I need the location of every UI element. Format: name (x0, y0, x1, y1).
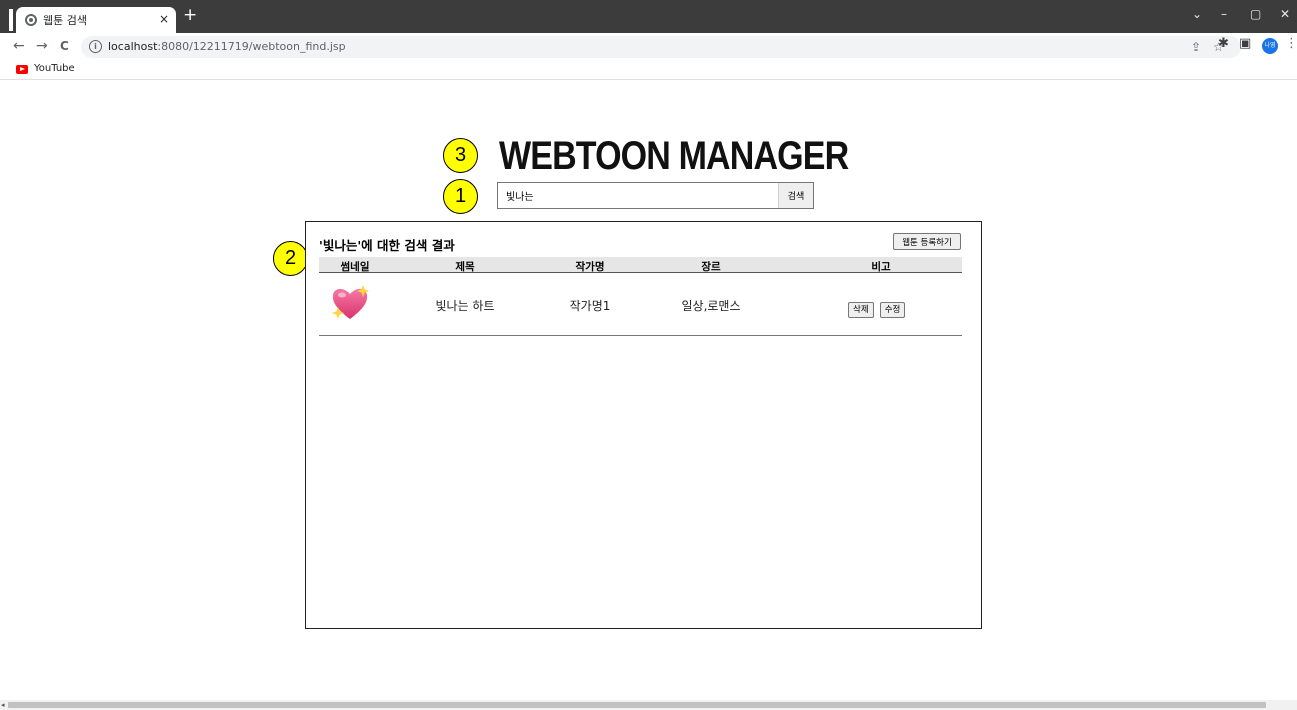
column-header-genre: 장르 (701, 261, 721, 273)
search-button[interactable]: 검색 (778, 183, 813, 208)
horizontal-scrollbar[interactable]: ◂ (0, 700, 1297, 710)
page-favicon-icon (25, 14, 37, 26)
genre-cell: 일상,로맨스 (681, 299, 741, 313)
tab-close-icon[interactable]: × (159, 12, 169, 26)
column-header-thumbnail: 썸네일 (340, 261, 370, 273)
annotation-marker-2: 2 (273, 241, 308, 276)
url-path: :8080/12211719/webtoon_find.jsp (157, 40, 346, 53)
annotation-marker-3: 3 (443, 138, 478, 173)
results-table: 썸네일 제목 작가명 장르 비고 빛나는 하트 작가명1 일상,로맨스 삭제 수… (319, 257, 962, 336)
address-url[interactable]: localhost:8080/12211719/webtoon_find.jsp (108, 40, 346, 53)
browser-tab-bar: 웹툰 검색 × + ⌄ – ▢ ✕ (0, 0, 1297, 33)
tab-search-icon[interactable]: ⌄ (1192, 7, 1202, 21)
register-webtoon-button[interactable]: 웹툰 등록하기 (893, 233, 961, 250)
browser-toolbar: ← → C i localhost:8080/12211719/webtoon_… (0, 33, 1297, 60)
tab-strip-grip (9, 9, 13, 31)
profile-avatar[interactable]: 나영 (1262, 38, 1278, 54)
forward-button[interactable]: → (36, 37, 48, 55)
edit-button[interactable]: 수정 (879, 302, 906, 318)
extensions-icon[interactable]: ✱ (1218, 36, 1229, 52)
close-window-button[interactable]: ✕ (1280, 7, 1290, 21)
results-heading: '빛나는'에 대한 검색 결과 (319, 238, 455, 253)
address-bar[interactable]: i localhost:8080/12211719/webtoon_find.j… (81, 36, 1241, 58)
site-info-icon[interactable]: i (89, 40, 102, 53)
column-header-author: 작가명 (575, 261, 605, 273)
tab-title: 웹툰 검색 (43, 14, 87, 27)
annotation-marker-1: 1 (443, 179, 478, 214)
author-cell: 작가명1 (569, 299, 611, 313)
page-title: WEBTOON MANAGER (499, 134, 849, 178)
browser-menu-icon[interactable]: ⋮ (1285, 36, 1297, 52)
side-panel-icon[interactable]: ▣ (1239, 36, 1251, 52)
bookmarks-bar: YouTube (0, 60, 1297, 80)
delete-button[interactable]: 삭제 (848, 302, 874, 318)
column-header-note: 비고 (871, 261, 891, 273)
column-header-title: 제목 (455, 261, 475, 273)
bookmark-youtube[interactable]: YouTube (34, 63, 75, 74)
search-input[interactable] (498, 183, 778, 208)
search-form: 검색 (497, 182, 814, 209)
row-actions: 삭제 수정 (848, 297, 906, 318)
new-tab-button[interactable]: + (183, 6, 197, 24)
browser-tab-active[interactable]: 웹툰 검색 × (16, 7, 176, 33)
restore-button[interactable]: ▢ (1250, 7, 1261, 21)
webtoon-title-cell: 빛나는 하트 (435, 299, 495, 313)
table-row: 빛나는 하트 작가명1 일상,로맨스 삭제 수정 (319, 273, 962, 336)
table-header: 썸네일 제목 작가명 장르 비고 (319, 257, 962, 273)
share-icon[interactable]: ⇪ (1191, 40, 1201, 54)
minimize-button[interactable]: – (1221, 7, 1227, 21)
scrollbar-thumb[interactable] (8, 702, 1266, 708)
reload-button[interactable]: C (60, 37, 69, 55)
search-results-panel: '빛나는'에 대한 검색 결과 웹툰 등록하기 썸네일 제목 작가명 장르 비고 (305, 221, 982, 629)
sparkling-heart-icon (332, 285, 369, 319)
url-host: localhost (108, 40, 158, 53)
back-button[interactable]: ← (13, 37, 25, 55)
youtube-icon (16, 65, 28, 74)
scroll-left-icon[interactable]: ◂ (1, 701, 5, 709)
